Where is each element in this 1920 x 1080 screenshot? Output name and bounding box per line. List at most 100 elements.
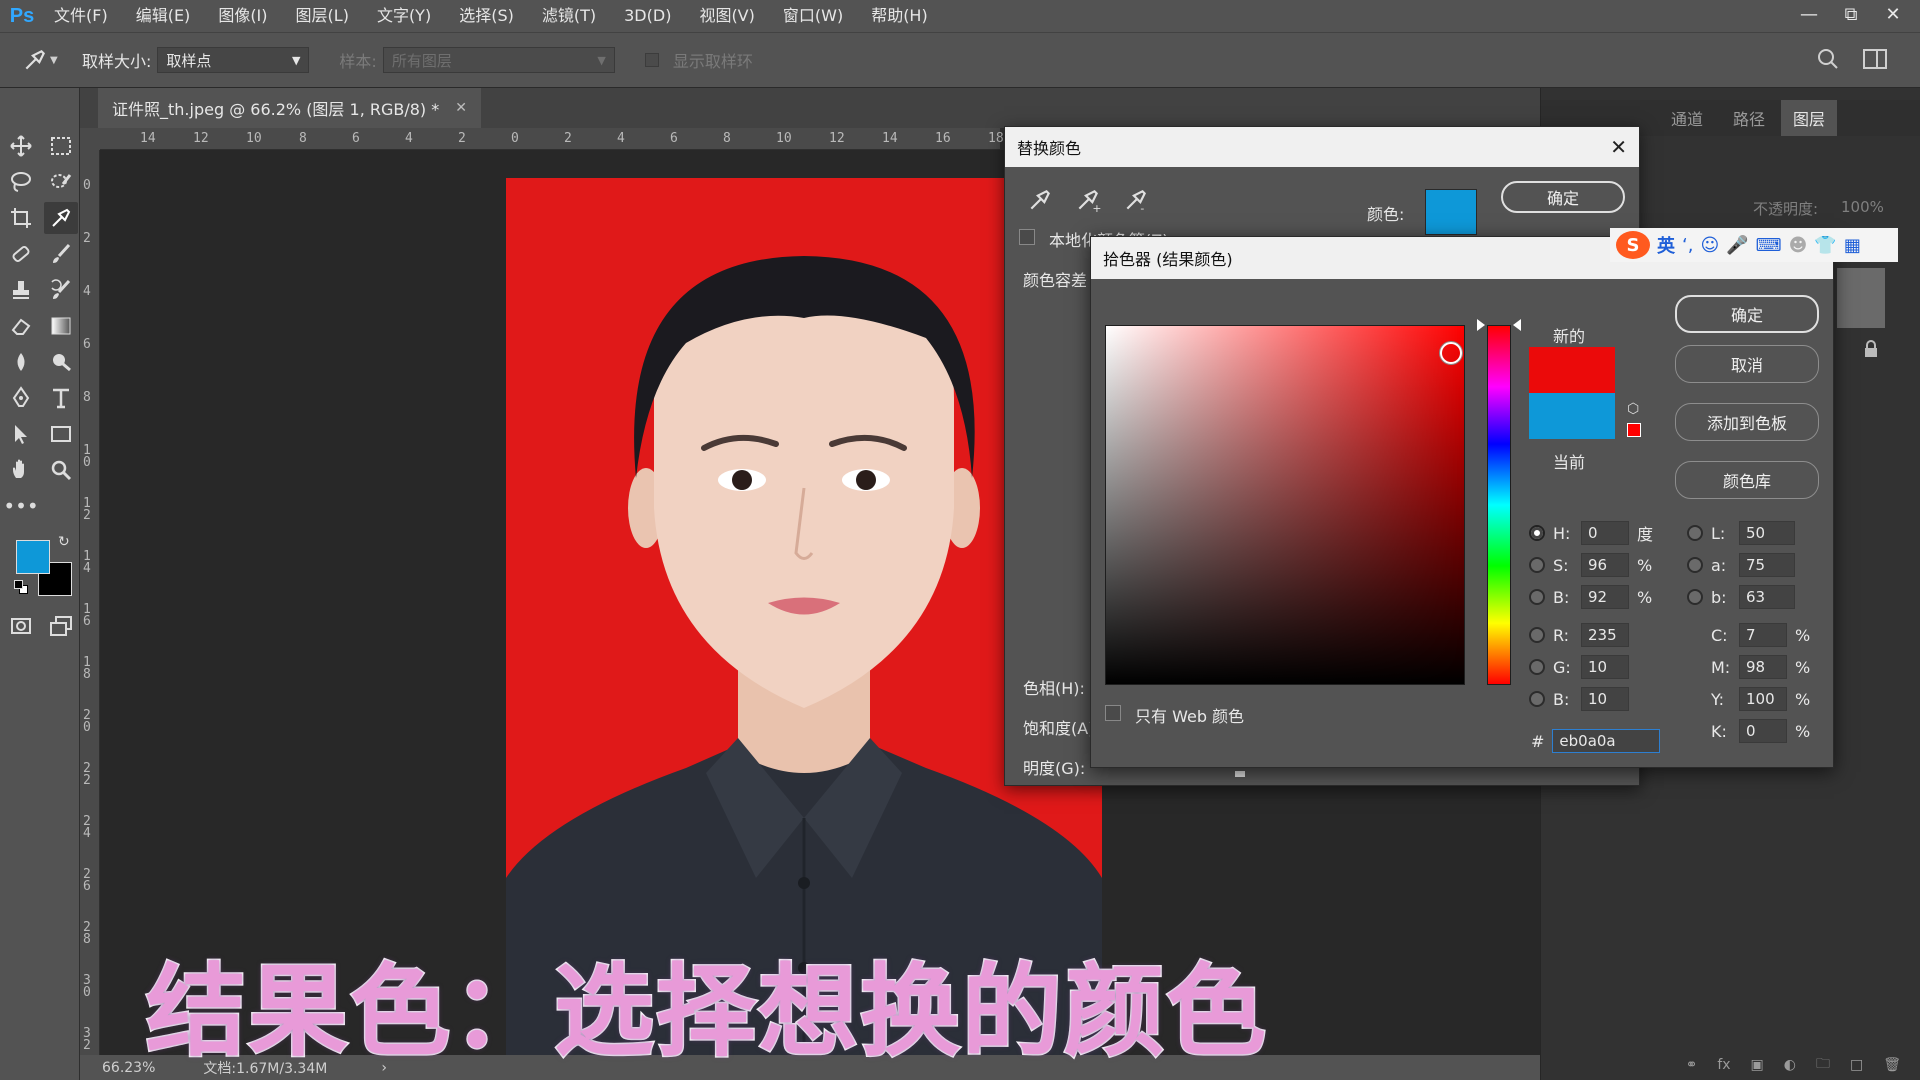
sample-select[interactable]: 所有图层 ▼ [382,47,615,73]
localized-clusters-checkbox[interactable] [1019,229,1035,245]
menu-3d[interactable]: 3D(D) [610,0,685,32]
layer-thumbnail[interactable] [1837,268,1885,328]
hue-slider-arrow-left[interactable] [1477,319,1485,331]
foreground-color-swatch[interactable] [16,540,50,574]
cyan-input[interactable]: 7 [1739,623,1787,647]
color-picker-cursor[interactable] [1440,342,1462,364]
blue-radio[interactable] [1529,691,1545,707]
color-picker-ok-button[interactable]: 确定 [1675,295,1819,333]
clone-stamp-tool-icon[interactable] [4,274,38,306]
show-ring-checkbox[interactable] [644,53,659,67]
lab-b-radio[interactable] [1687,589,1703,605]
menu-image[interactable]: 图像(I) [204,0,281,32]
green-input[interactable]: 10 [1581,655,1629,679]
fx-icon[interactable]: fx [1717,1057,1730,1073]
move-tool-icon[interactable] [4,130,38,162]
minimize-icon[interactable]: — [1788,0,1830,28]
hand-tool-icon[interactable] [4,454,38,486]
type-tool-icon[interactable] [44,382,78,414]
menu-layer[interactable]: 图层(L) [282,0,363,32]
brightness-input[interactable]: 92 [1581,585,1629,609]
history-brush-tool-icon[interactable] [44,274,78,306]
link-layers-icon[interactable]: ⚭ [1686,1057,1698,1073]
current-color-swatch[interactable] [1529,393,1615,439]
tab-layers[interactable]: 图层 [1781,100,1837,136]
lightness-slider-handle[interactable] [1235,771,1245,777]
new-group-icon[interactable]: 🗀 [1816,1053,1830,1077]
trash-icon[interactable]: 🗑 [1883,1057,1901,1073]
microphone-icon[interactable]: 🎤 [1726,235,1748,256]
lock-icon[interactable] [1863,340,1879,362]
eyedropper-icon[interactable] [1027,187,1053,217]
close-icon[interactable]: ✕ [1610,135,1627,159]
quick-select-tool-icon[interactable] [44,166,78,198]
path-select-tool-icon[interactable] [4,418,38,450]
cancel-button[interactable]: 取消 [1675,345,1819,383]
web-safe-swatch[interactable] [1627,423,1641,437]
user-icon[interactable]: ☻ [1789,235,1808,256]
sample-size-select[interactable]: 取样点 ▼ [157,47,310,73]
tab-channels[interactable]: 通道 [1671,106,1703,130]
eyedropper-tool-preset-icon[interactable]: ▼ [22,47,62,73]
lasso-tool-icon[interactable] [4,166,38,198]
replace-color-ok-button[interactable]: 确定 [1501,181,1625,213]
punctuation-icon[interactable]: ‘, [1682,235,1693,256]
brightness-radio[interactable] [1529,589,1545,605]
gamut-warning-icon[interactable]: ⬡ [1627,401,1639,417]
lab-b-input[interactable]: 63 [1739,585,1795,609]
yellow-input[interactable]: 100 [1739,687,1787,711]
color-swatch[interactable] [1425,189,1477,235]
magenta-input[interactable]: 98 [1739,655,1787,679]
pen-tool-icon[interactable] [4,382,38,414]
saturation-radio[interactable] [1529,557,1545,573]
red-input[interactable]: 235 [1581,623,1629,647]
menu-type[interactable]: 文字(Y) [363,0,445,32]
opacity-value[interactable]: 100% [1841,198,1884,216]
menu-help[interactable]: 帮助(H) [857,0,942,32]
saturation-input[interactable]: 96 [1581,553,1629,577]
gradient-tool-icon[interactable] [44,310,78,342]
default-colors-icon[interactable] [14,580,28,594]
sogou-logo-icon[interactable]: S [1616,231,1650,259]
close-icon[interactable]: ✕ [1872,0,1914,28]
close-tab-icon[interactable]: ✕ [455,100,467,116]
hue-radio[interactable] [1529,525,1545,541]
menu-filter[interactable]: 滤镜(T) [528,0,610,32]
color-libraries-button[interactable]: 颜色库 [1675,461,1819,499]
tab-paths[interactable]: 路径 [1733,106,1765,130]
workspace-icon[interactable] [1862,47,1888,75]
zoom-tool-icon[interactable] [44,454,78,486]
quick-mask-icon[interactable] [4,610,38,642]
lab-a-radio[interactable] [1687,557,1703,573]
skin-icon[interactable]: 👕 [1814,235,1836,256]
black-input[interactable]: 0 [1739,719,1787,743]
new-layer-icon[interactable]: □ [1850,1057,1863,1073]
menu-view[interactable]: 视图(V) [685,0,768,32]
eyedropper-tool-icon[interactable] [44,202,78,234]
emoji-icon[interactable]: ☺ [1700,235,1719,256]
screen-mode-icon[interactable] [44,610,78,642]
more-tools-icon[interactable]: ••• [3,490,38,522]
menu-window[interactable]: 窗口(W) [769,0,857,32]
search-icon[interactable] [1816,47,1840,75]
eraser-tool-icon[interactable] [4,310,38,342]
document-tab[interactable]: 证件照_th.jpeg @ 66.2% (图层 1, RGB/8) * ✕ [98,88,481,128]
hue-slider[interactable] [1487,325,1511,685]
brush-tool-icon[interactable] [44,238,78,270]
rectangle-tool-icon[interactable] [44,418,78,450]
hue-slider-arrow-right[interactable] [1513,319,1521,331]
menu-file[interactable]: 文件(F) [40,0,122,32]
lab-l-input[interactable]: 50 [1739,521,1795,545]
keyboard-icon[interactable]: ⌨ [1756,235,1782,256]
lab-a-input[interactable]: 75 [1739,553,1795,577]
marquee-tool-icon[interactable] [44,130,78,162]
healing-brush-tool-icon[interactable] [4,238,38,270]
toolbox-icon[interactable]: ▦ [1844,235,1861,256]
saturation-brightness-field[interactable] [1105,325,1465,685]
hex-input[interactable]: eb0a0a [1552,729,1661,753]
hue-input[interactable]: 0 [1581,521,1629,545]
crop-tool-icon[interactable] [4,202,38,234]
menu-edit[interactable]: 编辑(E) [122,0,205,32]
red-radio[interactable] [1529,627,1545,643]
adjustment-layer-icon[interactable]: ◐ [1784,1057,1796,1073]
